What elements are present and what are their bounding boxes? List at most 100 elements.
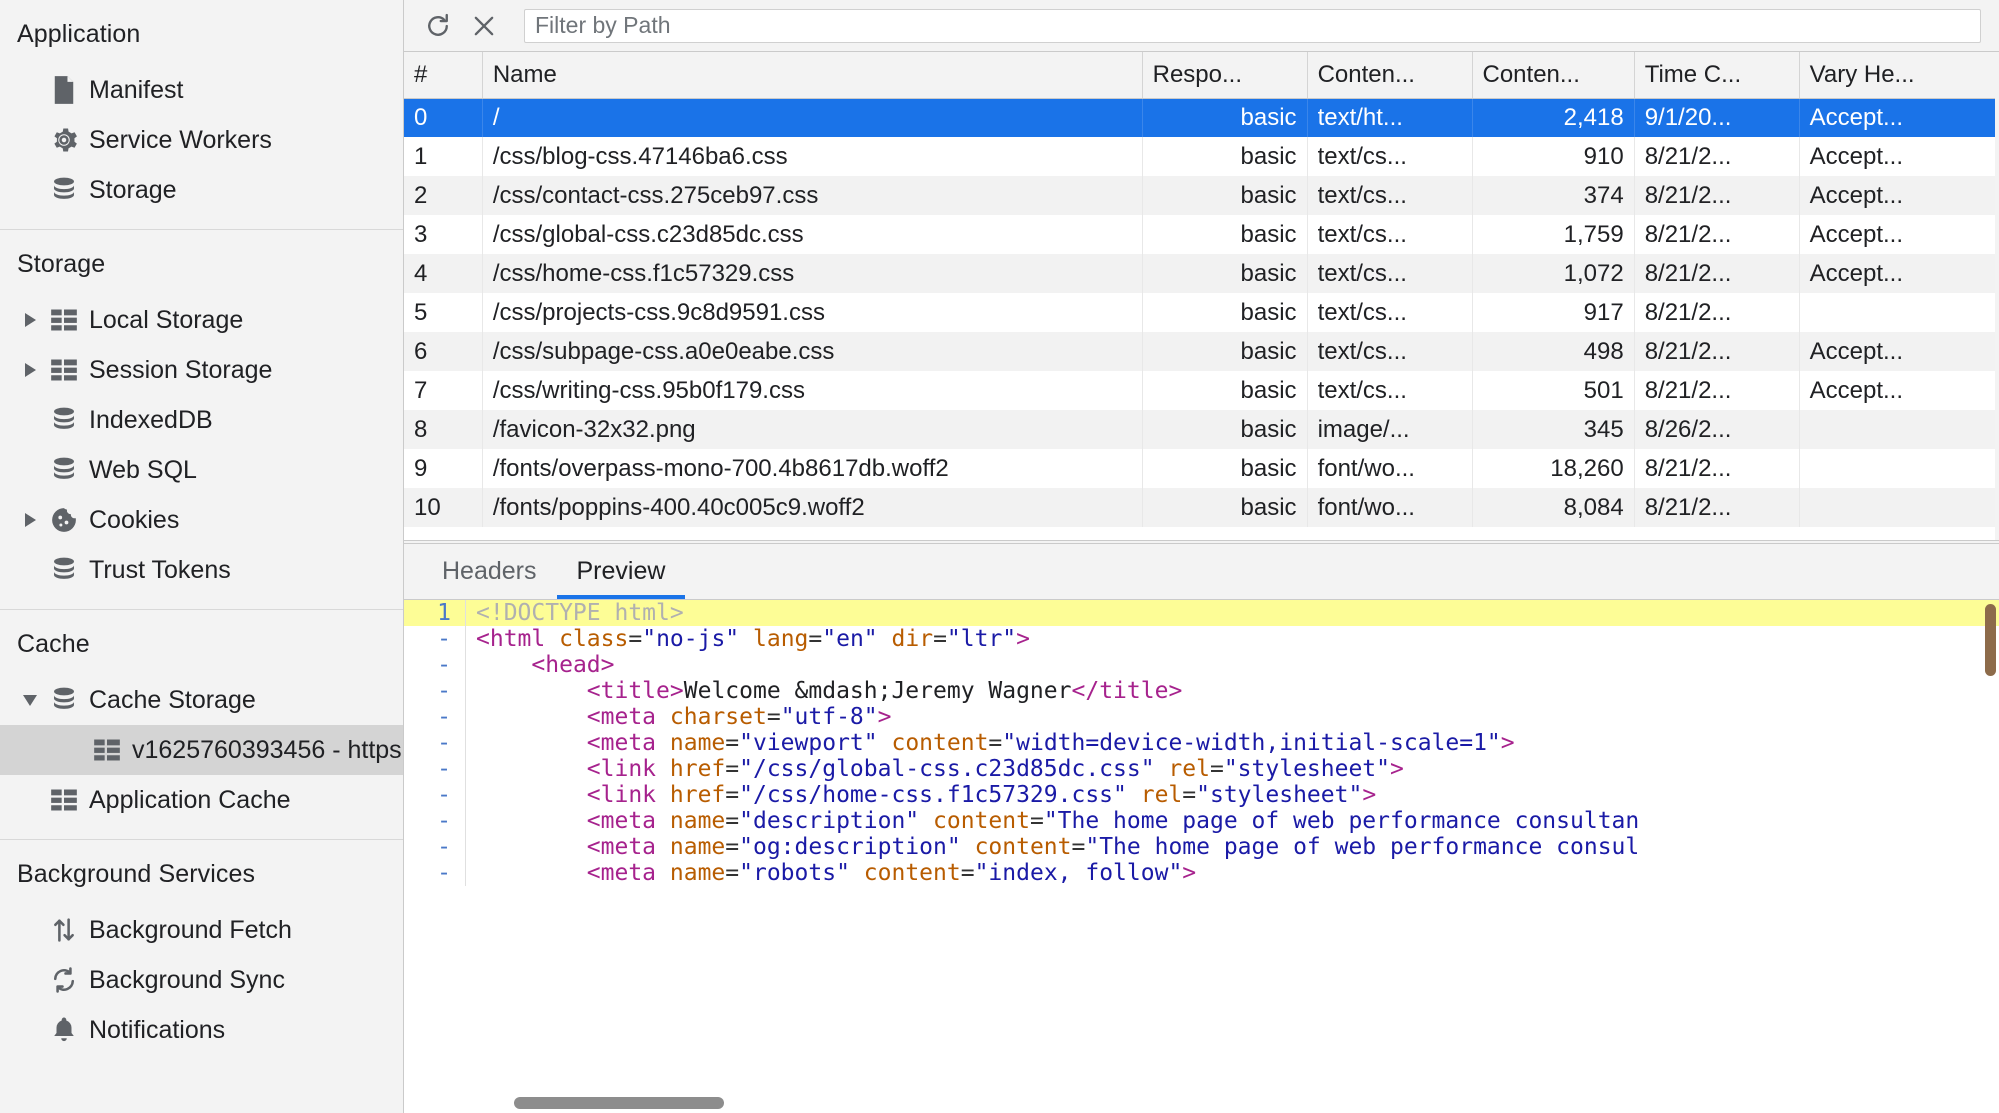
table-row[interactable]: 10/fonts/poppins-400.40c005c9.woff2 basic… bbox=[404, 488, 1999, 527]
cell-response-type: basic bbox=[1142, 371, 1308, 410]
code-horizontal-scrollbar[interactable] bbox=[466, 1097, 724, 1109]
sidebar-section: Storage Local Storage Session Storage Index… bbox=[0, 230, 403, 595]
cell-content-length: 501 bbox=[1472, 371, 1635, 410]
sidebar-item-trust-tokens[interactable]: Trust Tokens bbox=[0, 545, 403, 595]
code-hscroll-thumb[interactable] bbox=[514, 1097, 724, 1109]
sidebar-item-cache-storage[interactable]: Cache Storage bbox=[0, 675, 403, 725]
sidebar-item-web-sql[interactable]: Web SQL bbox=[0, 445, 403, 495]
sidebar-item-storage[interactable]: Storage bbox=[0, 165, 403, 215]
cell-vary-header bbox=[1799, 449, 1999, 488]
cell-response-type: basic bbox=[1142, 410, 1308, 449]
code-line: 1 <!DOCTYPE html> bbox=[404, 600, 1999, 626]
tab-headers[interactable]: Headers bbox=[422, 544, 557, 599]
table-row[interactable]: 8/favicon-32x32.png basic image/... 345 8/26… bbox=[404, 410, 1999, 449]
cell-index: 7 bbox=[404, 371, 483, 410]
devtools-application-panel: Application Manifest Service Workers Storag… bbox=[0, 0, 1999, 1113]
table-column-header[interactable]: Respo... bbox=[1142, 52, 1308, 99]
cell-content-type: text/cs... bbox=[1307, 371, 1473, 410]
sidebar-item-label: Application Cache bbox=[89, 785, 291, 814]
sidebar-item-notifications[interactable]: Notifications bbox=[0, 1005, 403, 1055]
code-line: - <meta charset="utf-8"> bbox=[404, 704, 1999, 730]
cell-response-type: basic bbox=[1142, 254, 1308, 293]
cache-entries-table-container[interactable]: # Name Respo... Conten... Conten... Time C...… bbox=[404, 52, 1999, 540]
table-scrollbar[interactable] bbox=[1995, 52, 1999, 540]
cell-name: / bbox=[482, 98, 1143, 137]
table-row[interactable]: 3/css/global-css.c23d85dc.css basic text/c… bbox=[404, 215, 1999, 254]
sidebar-item-indexeddb[interactable]: IndexedDB bbox=[0, 395, 403, 445]
cell-time-cached: 8/21/2... bbox=[1634, 176, 1800, 215]
cell-time-cached: 8/21/2... bbox=[1634, 488, 1800, 527]
cookie-icon bbox=[43, 505, 85, 535]
table-row[interactable]: 7/css/writing-css.95b0f179.css basic text/… bbox=[404, 371, 1999, 410]
refresh-icon[interactable] bbox=[418, 6, 458, 46]
code-text: <title>Welcome &mdash;Jeremy Wagner</tit… bbox=[586, 678, 1183, 704]
preview-code-viewer[interactable]: 1 <!DOCTYPE html> - <html class="no-js" lan… bbox=[404, 600, 1999, 1113]
sidebar-item-service-workers[interactable]: Service Workers bbox=[0, 115, 403, 165]
cell-vary-header: Accept... bbox=[1799, 137, 1999, 176]
cell-time-cached: 8/21/2... bbox=[1634, 137, 1800, 176]
code-text: <meta name="description" content="The ho… bbox=[586, 808, 1640, 834]
close-x-icon[interactable] bbox=[464, 6, 504, 46]
chevron-right-icon[interactable] bbox=[17, 513, 43, 527]
chevron-right-icon[interactable] bbox=[17, 363, 43, 377]
sidebar-item-local-storage[interactable]: Local Storage bbox=[0, 295, 403, 345]
chevron-right-icon[interactable] bbox=[17, 313, 43, 327]
table-row[interactable]: 9/fonts/overpass-mono-700.4b8617db.woff2… bbox=[404, 449, 1999, 488]
sidebar-item-label: Trust Tokens bbox=[89, 555, 231, 584]
cell-content-type: text/cs... bbox=[1307, 137, 1473, 176]
table-header-row[interactable]: # Name Respo... Conten... Conten... Time C...… bbox=[404, 52, 1999, 99]
filter-input[interactable] bbox=[524, 8, 1981, 43]
line-number: - bbox=[404, 756, 466, 782]
cell-time-cached: 9/1/20... bbox=[1634, 98, 1800, 137]
main-content: #NameRespo...Conten...Conten...Time C...… bbox=[404, 0, 1999, 1113]
sidebar-item-background-sync[interactable]: Background Sync bbox=[0, 955, 403, 1005]
table-row[interactable]: 2/css/contact-css.275ceb97.css basic text/… bbox=[404, 176, 1999, 215]
code-line: - <title>Welcome &mdash;Jeremy Wagner</t… bbox=[404, 678, 1999, 704]
cell-index: 0 bbox=[404, 98, 483, 137]
sidebar-item-session-storage[interactable]: Session Storage bbox=[0, 345, 403, 395]
table-body[interactable]: 0/basic text/ht... 2,418 9/1/20... Accept...… bbox=[404, 98, 1999, 527]
cell-content-length: 1,072 bbox=[1472, 254, 1635, 293]
table-column-header[interactable]: Vary He... bbox=[1799, 52, 1999, 99]
cell-response-type: basic bbox=[1142, 98, 1308, 137]
sidebar-item-application-cache[interactable]: Application Cache bbox=[0, 775, 403, 825]
application-sidebar[interactable]: Application Manifest Service Workers Storag… bbox=[0, 0, 404, 1113]
code-text: <meta name="og:description" content="The… bbox=[586, 834, 1640, 860]
table-row[interactable]: 6/css/subpage-css.a0e0eabe.css basic text/… bbox=[404, 332, 1999, 371]
table-column-header[interactable]: Name bbox=[482, 52, 1143, 99]
sidebar-item-background-fetch[interactable]: Background Fetch bbox=[0, 905, 403, 955]
sidebar-section: Cache Cache Storage v1625760393456 - https… bbox=[0, 610, 403, 825]
cell-response-type: basic bbox=[1142, 215, 1308, 254]
line-number: - bbox=[404, 730, 466, 756]
cell-vary-header bbox=[1799, 410, 1999, 449]
cell-time-cached: 8/21/2... bbox=[1634, 293, 1800, 332]
sidebar-item-label: v1625760393456 - https://je bbox=[132, 735, 403, 764]
sidebar-item-label: Cache Storage bbox=[89, 685, 256, 714]
chevron-down-icon[interactable] bbox=[17, 694, 43, 706]
cell-vary-header bbox=[1799, 488, 1999, 527]
cache-entries-table: # Name Respo... Conten... Conten... Time C...… bbox=[404, 52, 1999, 527]
table-column-header[interactable]: # bbox=[404, 52, 483, 99]
sidebar-item-cookies[interactable]: Cookies bbox=[0, 495, 403, 545]
cell-time-cached: 8/26/2... bbox=[1634, 410, 1800, 449]
sidebar-item-manifest[interactable]: Manifest bbox=[0, 65, 403, 115]
table-row[interactable]: 5/css/projects-css.9c8d9591.css basic text… bbox=[404, 293, 1999, 332]
table-row[interactable]: 1/css/blog-css.47146ba6.css basic text/cs.… bbox=[404, 137, 1999, 176]
code-vertical-scrollbar[interactable] bbox=[1985, 604, 1996, 676]
table-column-header[interactable]: Conten... bbox=[1472, 52, 1635, 99]
sidebar-item-label: Storage bbox=[89, 175, 177, 204]
sidebar-section: Application Manifest Service Workers Storag… bbox=[0, 0, 403, 215]
cell-content-type: image/... bbox=[1307, 410, 1473, 449]
table-column-header[interactable]: Conten... bbox=[1307, 52, 1473, 99]
code-text: <head> bbox=[531, 652, 615, 678]
table-icon bbox=[43, 308, 85, 332]
table-column-header[interactable]: Time C... bbox=[1634, 52, 1800, 99]
tab-preview[interactable]: Preview bbox=[556, 544, 686, 599]
table-row[interactable]: 0/basic text/ht... 2,418 9/1/20... Accept... bbox=[404, 98, 1999, 137]
code-text: <html class="no-js" lang="en" dir="ltr"> bbox=[476, 626, 1031, 652]
cell-vary-header: Accept... bbox=[1799, 332, 1999, 371]
cell-index: 4 bbox=[404, 254, 483, 293]
sidebar-item-v1625760393456-https-je[interactable]: v1625760393456 - https://je bbox=[0, 725, 403, 775]
sidebar-section-title: Cache bbox=[17, 630, 90, 658]
table-row[interactable]: 4/css/home-css.f1c57329.css basic text/cs.… bbox=[404, 254, 1999, 293]
